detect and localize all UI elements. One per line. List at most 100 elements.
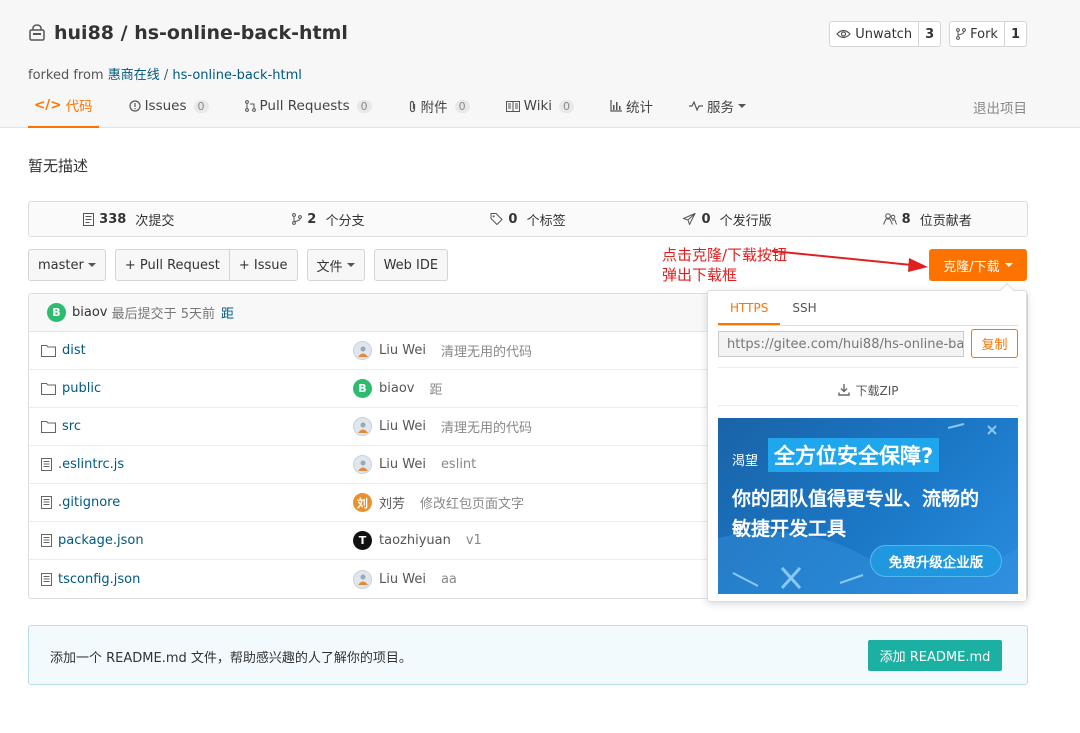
new-pull-request-button[interactable]: + Pull Request <box>114 249 230 281</box>
commit-icon <box>83 212 95 226</box>
file-name-link[interactable]: .eslintrc.js <box>41 457 124 472</box>
new-issue-button[interactable]: + Issue <box>229 249 298 281</box>
commit-author[interactable]: Liu Wei <box>379 343 426 358</box>
commit-author[interactable]: Liu Wei <box>379 419 426 434</box>
download-zip-label: 下载ZIP <box>855 383 899 398</box>
file-commit-info: Liu Wei eslint <box>353 455 476 474</box>
commit-author[interactable]: 刘芳 <box>379 493 405 512</box>
fork-icon <box>956 28 967 40</box>
avatar[interactable]: B <box>353 379 372 398</box>
file-name: tsconfig.json <box>58 571 141 587</box>
avatar[interactable] <box>353 341 372 360</box>
repo-header: hui88 / hs-online-back-html forked from … <box>0 0 1080 128</box>
enterprise-upgrade-banner[interactable]: 渴望 全方位安全保障? 你的团队值得更专业、流畅的 敏捷开发工具 免费升级企业版 <box>718 418 1018 594</box>
tab-badge: 0 <box>193 99 209 113</box>
repo-name-link[interactable]: hs-online-back-html <box>134 22 348 44</box>
clone-download-button[interactable]: 克隆/下载 <box>929 249 1027 281</box>
new-button-group: + Pull Request + Issue <box>114 249 298 281</box>
web-ide-button[interactable]: Web IDE <box>373 249 449 281</box>
commit-message-link[interactable]: 距 <box>221 303 234 322</box>
file-menu-label: 文件 <box>316 259 343 275</box>
stat-contributors-count: 8 <box>901 211 911 227</box>
tab-label: 附件 <box>420 100 448 116</box>
download-zip-button[interactable]: 下载ZIP <box>718 377 1018 403</box>
commit-author[interactable]: Liu Wei <box>379 457 426 472</box>
repo-stats-bar: 338 次提交 2 个分支 0 个标签 0 个发行版 8 位贡献者 <box>28 201 1028 237</box>
file-name-link[interactable]: src <box>41 419 81 434</box>
file-name-link[interactable]: package.json <box>41 533 144 548</box>
avatar[interactable]: B <box>47 303 66 322</box>
pull-request-icon <box>244 100 256 112</box>
tab-stats[interactable]: 统计 <box>604 94 659 128</box>
issue-icon <box>128 100 141 112</box>
commit-author-link[interactable]: biaov <box>72 305 107 320</box>
tab-label: 服务 <box>707 100 735 116</box>
chevron-down-icon <box>1004 263 1013 267</box>
commit-message[interactable]: eslint <box>441 457 476 472</box>
clone-url-input[interactable]: https://gitee.com/hui88/hs-online-back-h… <box>718 331 964 357</box>
forked-repo-link[interactable]: hs-online-back-html <box>172 68 302 83</box>
stat-tags[interactable]: 0 个标签 <box>428 210 628 229</box>
repo-separator: / <box>114 22 135 44</box>
unwatch-count[interactable]: 3 <box>919 27 940 42</box>
commit-author[interactable]: biaov <box>379 381 414 396</box>
file-menu-button[interactable]: 文件 <box>306 249 365 281</box>
fork-button[interactable]: Fork <box>950 22 1005 46</box>
file-name-link[interactable]: .gitignore <box>41 495 120 510</box>
tab-ssh[interactable]: SSH <box>780 299 828 325</box>
commit-message[interactable]: 修改红包页面文字 <box>420 493 524 512</box>
file-commit-info: Liu Wei aa <box>353 569 457 589</box>
file-commit-info: Liu Wei 清理无用的代码 <box>353 417 532 436</box>
tab-badge: 0 <box>559 99 575 113</box>
tab-wiki[interactable]: Wiki 0 <box>500 94 580 128</box>
folder-icon <box>41 420 56 433</box>
avatar[interactable]: 刘 <box>353 493 372 512</box>
commit-message[interactable]: 距 <box>429 379 442 398</box>
commit-message[interactable]: 清理无用的代码 <box>441 417 532 436</box>
stat-contributors[interactable]: 8 位贡献者 <box>827 210 1027 229</box>
avatar[interactable] <box>353 569 372 589</box>
unwatch-button[interactable]: Unwatch <box>830 22 920 46</box>
avatar[interactable]: T <box>353 531 372 550</box>
commit-message[interactable]: aa <box>441 572 457 587</box>
commit-message[interactable]: v1 <box>466 533 482 548</box>
tab-issues[interactable]: Issues 0 <box>123 94 215 128</box>
avatar[interactable] <box>353 417 372 436</box>
commit-author[interactable]: Liu Wei <box>379 572 426 587</box>
divider <box>718 367 1018 368</box>
file-name-link[interactable]: public <box>41 381 101 396</box>
file-name-link[interactable]: tsconfig.json <box>41 572 140 587</box>
tab-https[interactable]: HTTPS <box>718 299 781 325</box>
stat-branches[interactable]: 2 个分支 <box>229 210 429 229</box>
commit-author[interactable]: taozhiyuan <box>379 533 451 548</box>
branch-icon <box>292 213 303 225</box>
fork-button-group: Fork 1 <box>949 21 1027 47</box>
repo-lock-icon <box>29 24 45 41</box>
stat-contributors-label: 位贡献者 <box>915 213 972 229</box>
branch-select[interactable]: master <box>28 249 106 281</box>
repo-owner-link[interactable]: hui88 <box>54 22 114 44</box>
upgrade-enterprise-button[interactable]: 免费升级企业版 <box>870 545 1002 577</box>
forked-prefix: forked from <box>28 68 108 83</box>
copy-button[interactable]: 复制 <box>971 329 1018 358</box>
tab-services[interactable]: 服务 <box>683 94 752 128</box>
file-commit-info: 刘刘芳 修改红包页面文字 <box>353 493 524 512</box>
branch-select-label: master <box>38 257 84 273</box>
stat-releases[interactable]: 0 个发行版 <box>628 210 828 229</box>
file-name-link[interactable]: dist <box>41 343 86 358</box>
commit-message[interactable]: 清理无用的代码 <box>441 341 532 360</box>
file-name: .gitignore <box>58 495 121 510</box>
wiki-icon <box>505 100 520 112</box>
fork-count[interactable]: 1 <box>1005 27 1026 42</box>
tab-attachments[interactable]: 附件 0 <box>402 94 476 128</box>
exit-project-link[interactable]: 退出项目 <box>973 97 1027 117</box>
add-readme-button[interactable]: 添加 README.md <box>868 640 1002 671</box>
chevron-down-icon <box>738 104 747 108</box>
tab-code[interactable]: </> 代码 <box>28 94 99 128</box>
stat-commits[interactable]: 338 次提交 <box>29 210 229 229</box>
commit-time: 5天前 <box>180 307 216 322</box>
avatar[interactable] <box>353 455 372 474</box>
stat-tags-label: 个标签 <box>522 213 566 229</box>
tab-pull-requests[interactable]: Pull Requests 0 <box>239 94 378 128</box>
forked-owner-link[interactable]: 惠商在线 <box>108 68 160 83</box>
